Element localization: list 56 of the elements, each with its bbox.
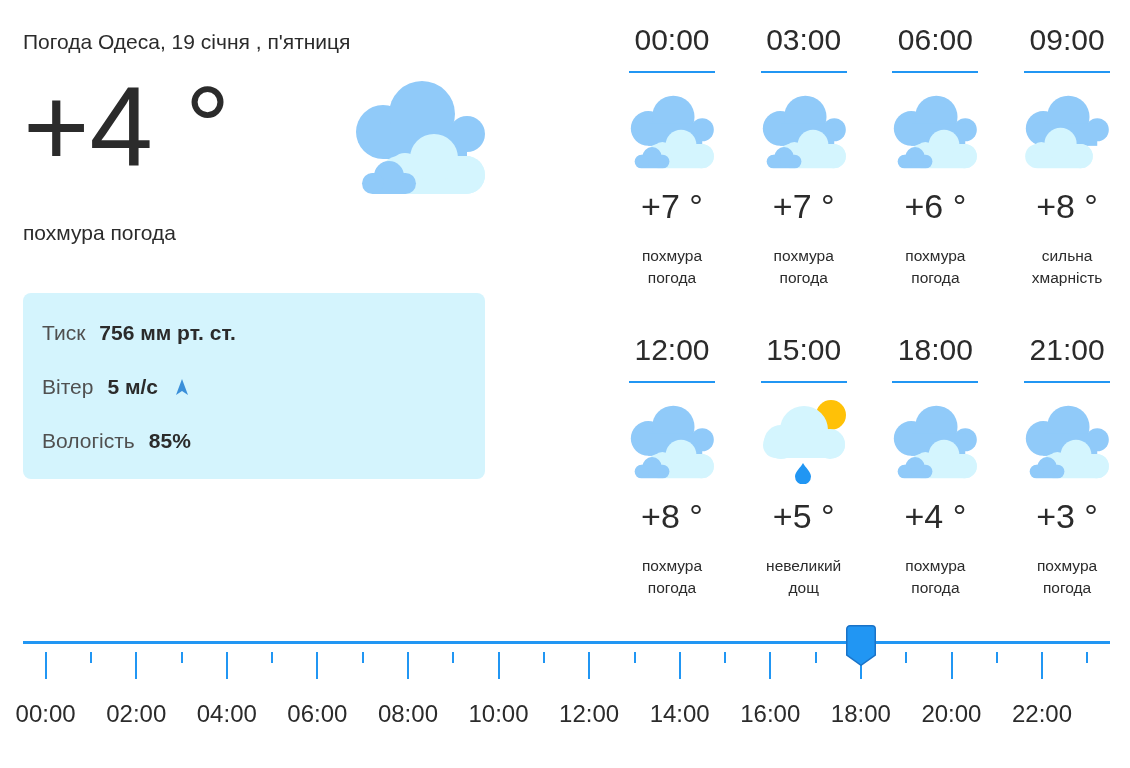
clouds-icon (630, 405, 714, 479)
time-label: 18:00 (830, 700, 891, 728)
slot-time: 03:00 (766, 22, 842, 58)
detail-label: Вітер (42, 374, 94, 400)
forecast-title: Погода Одеса, 19 січня , п'ятниця (23, 29, 352, 55)
detail-label: Вологість (42, 428, 135, 454)
time-label: 08:00 (377, 700, 438, 728)
slot-temperature: +8 ° (641, 496, 703, 536)
detail-label: Тиск (42, 320, 86, 346)
slot-description: невеликий дощ (765, 556, 843, 598)
slot-temperature: +8 ° (1036, 186, 1098, 226)
clouds-icon (1025, 95, 1110, 169)
slot-description: похмура погода (640, 556, 704, 598)
time-label: 12:00 (559, 700, 620, 728)
slot-description: похмура погода (772, 246, 835, 288)
slot-temperature: +7 ° (772, 186, 835, 226)
clouds-icon (630, 95, 714, 169)
clouds-icon (761, 95, 846, 169)
clouds-icon (893, 405, 978, 479)
current-temperature: +4 ° (23, 70, 231, 184)
slot-temperature: +7 ° (641, 186, 703, 226)
slot-time: 12:00 (634, 332, 710, 368)
detail-value: 85% (148, 428, 191, 454)
slot-time: 15:00 (766, 332, 842, 368)
arrow-icon (176, 379, 188, 395)
slot-description: похмура погода (904, 246, 967, 288)
slot-time: 21:00 (1029, 332, 1105, 368)
slot-time: 18:00 (897, 332, 973, 368)
time-label: 10:00 (468, 700, 529, 728)
slot-time: 06:00 (897, 22, 973, 58)
time-label: 02:00 (106, 700, 167, 728)
time-label: 14:00 (649, 700, 710, 728)
time-label: 22:00 (1011, 700, 1073, 728)
time-label: 00:00 (15, 700, 76, 728)
slot-temperature: +5 ° (772, 496, 835, 536)
clouds-icon (355, 80, 485, 195)
slot-description: похмура погода (1035, 556, 1099, 598)
time-label: 06:00 (287, 700, 348, 728)
time-label: 20:00 (921, 700, 982, 728)
slot-temperature: +6 ° (904, 186, 967, 226)
slot-time: 00:00 (634, 22, 710, 58)
slider-handle[interactable] (846, 625, 877, 666)
current-description: похмура погода (23, 220, 177, 246)
clouds-icon (893, 95, 978, 169)
sun-cloud-rain-icon (761, 400, 846, 484)
clouds-icon (1025, 405, 1110, 479)
time-label: 16:00 (740, 700, 801, 728)
detail-value: 5 м/с (107, 374, 158, 400)
slot-description: сильна хмарність (1030, 246, 1104, 288)
slot-description: похмура погода (640, 246, 704, 288)
detail-value: 756 мм рт. ст. (99, 320, 236, 346)
slot-time: 09:00 (1029, 22, 1105, 58)
time-label: 04:00 (196, 700, 257, 728)
slot-temperature: +3 ° (1036, 496, 1098, 536)
slot-temperature: +4 ° (904, 496, 967, 536)
slot-description: похмура погода (904, 556, 967, 598)
